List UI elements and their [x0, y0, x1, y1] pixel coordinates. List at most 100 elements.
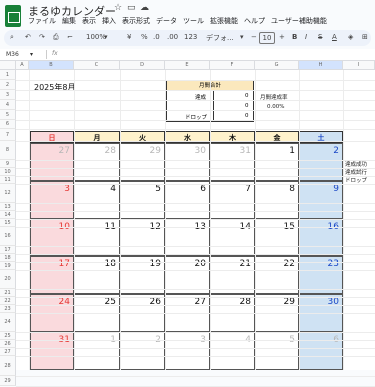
menu-format[interactable]: 表示形式 — [122, 17, 150, 25]
menu-insert[interactable]: 挿入 — [102, 17, 116, 25]
row-header[interactable]: 1 — [0, 70, 16, 80]
italic-icon[interactable]: I — [305, 33, 307, 41]
legend-item[interactable]: 達成試行 — [345, 168, 367, 176]
calendar-day-cell[interactable]: 6 — [299, 332, 343, 370]
row-header[interactable]: 12 — [0, 184, 16, 203]
chevron-down-icon[interactable]: ▾ — [240, 33, 244, 41]
row-header[interactable]: 2 — [0, 80, 16, 90]
row-header[interactable]: 24 — [0, 313, 16, 332]
row-header[interactable]: 4 — [0, 100, 16, 110]
calendar-day-cell[interactable]: 5 — [255, 332, 299, 370]
calendar-day-cell[interactable]: 4 — [210, 332, 255, 370]
row-header[interactable]: 11 — [0, 176, 16, 184]
row-header[interactable]: 16 — [0, 227, 16, 246]
calendar-day-cell[interactable]: 12 — [120, 218, 165, 257]
column-header[interactable]: B — [29, 61, 74, 70]
column-header[interactable]: A — [16, 61, 29, 70]
row-header[interactable]: 25 — [0, 332, 16, 340]
borders-icon[interactable]: ⊞ — [362, 33, 368, 41]
legend-item[interactable]: ドロップ — [345, 176, 367, 184]
menu-accessibility[interactable]: ユーザー補助機能 — [271, 17, 327, 25]
strikethrough-icon[interactable]: S — [318, 33, 322, 41]
calendar-day-cell[interactable]: 10 — [30, 218, 74, 257]
increase-decimal-button[interactable]: .00 — [167, 33, 178, 41]
cloud-status-icon[interactable]: ☁ — [140, 3, 149, 13]
column-header[interactable]: F — [210, 61, 255, 70]
menu-tools[interactable]: ツール — [183, 17, 204, 25]
select-all-corner[interactable] — [0, 61, 16, 70]
sheets-logo-icon[interactable] — [5, 5, 21, 27]
star-icon[interactable]: ☆ — [114, 3, 122, 13]
calendar-day-cell[interactable]: 31 — [30, 332, 74, 370]
column-header[interactable]: G — [255, 61, 299, 70]
column-header[interactable]: I — [343, 61, 375, 70]
bold-icon[interactable]: B — [292, 33, 297, 41]
increase-font-size-icon[interactable]: + — [279, 33, 285, 41]
calendar-day-cell[interactable]: 6 — [165, 180, 210, 219]
column-header[interactable]: C — [74, 61, 120, 70]
row-header[interactable]: 14 — [0, 211, 16, 219]
move-folder-icon[interactable]: ▭ — [127, 3, 136, 13]
currency-button[interactable]: ¥ — [127, 33, 131, 41]
calendar-day-cell[interactable]: 1 — [74, 332, 120, 370]
row-header[interactable]: 21 — [0, 289, 16, 297]
row-header[interactable]: 15 — [0, 219, 16, 227]
menu-view[interactable]: 表示 — [82, 17, 96, 25]
menu-help[interactable]: ヘルプ — [244, 17, 265, 25]
chevron-down-icon[interactable]: ▾ — [104, 33, 108, 41]
name-box[interactable]: M36 — [6, 51, 19, 58]
row-header[interactable]: 19 — [0, 262, 16, 270]
row-header[interactable]: 29 — [0, 376, 16, 386]
paint-format-icon[interactable]: ⌐ — [67, 33, 73, 41]
column-header[interactable]: D — [120, 61, 165, 70]
calendar-day-cell[interactable]: 15 — [255, 218, 299, 257]
calendar-day-cell[interactable]: 8 — [255, 180, 299, 219]
legend-item[interactable]: 達成成功 — [345, 160, 367, 168]
row-header[interactable]: 3 — [0, 90, 16, 100]
calendar-day-cell[interactable]: 2 — [120, 332, 165, 370]
print-icon[interactable]: ⎙ — [53, 33, 59, 42]
calendar-day-cell[interactable]: 4 — [74, 180, 120, 219]
month-title[interactable]: 2025年8月 — [34, 82, 75, 93]
decrease-font-size-icon[interactable]: − — [251, 33, 257, 41]
column-header[interactable]: H — [299, 61, 343, 70]
font-select[interactable]: デフォ... — [206, 33, 234, 43]
calendar-day-cell[interactable]: 3 — [30, 180, 74, 219]
calendar-day-cell[interactable]: 16 — [299, 218, 343, 257]
row-header[interactable]: 18 — [0, 254, 16, 262]
row-header[interactable]: 13 — [0, 203, 16, 211]
calendar-day-cell[interactable]: 9 — [299, 180, 343, 219]
row-header[interactable]: 20 — [0, 270, 16, 289]
calendar-day-cell[interactable]: 14 — [210, 218, 255, 257]
menu-data[interactable]: データ — [156, 17, 177, 25]
row-header[interactable]: 9 — [0, 160, 16, 168]
row-header[interactable]: 7 — [0, 129, 16, 141]
font-size-input[interactable]: 10 — [259, 32, 275, 44]
redo-icon[interactable]: ↷ — [39, 33, 45, 41]
zoom-select[interactable]: 100% — [86, 33, 106, 41]
calendar-day-cell[interactable]: 7 — [210, 180, 255, 219]
row-header[interactable]: 8 — [0, 141, 16, 160]
row-header[interactable]: 10 — [0, 168, 16, 176]
calendar-day-cell[interactable]: 11 — [74, 218, 120, 257]
search-menus-icon[interactable]: ⌕ — [10, 33, 14, 42]
menu-edit[interactable]: 編集 — [62, 17, 76, 25]
spreadsheet-grid[interactable]: 2025年8月 月間合計 達成 0 0 ドロップ 0 月間達成率 0.00% 日… — [0, 61, 375, 387]
row-header[interactable]: 22 — [0, 297, 16, 305]
row-header[interactable]: 5 — [0, 110, 16, 120]
percent-button[interactable]: % — [141, 33, 148, 41]
text-color-icon[interactable]: A — [332, 33, 337, 41]
row-header[interactable]: 6 — [0, 120, 16, 129]
menu-extensions[interactable]: 拡張機能 — [210, 17, 238, 25]
chevron-down-icon[interactable]: ▾ — [30, 51, 33, 58]
calendar-day-cell[interactable]: 5 — [120, 180, 165, 219]
row-header[interactable]: 28 — [0, 356, 16, 376]
fill-color-icon[interactable]: ◈ — [348, 33, 353, 41]
row-header[interactable]: 26 — [0, 340, 16, 348]
row-header[interactable]: 23 — [0, 305, 16, 313]
menu-file[interactable]: ファイル — [28, 17, 56, 25]
row-header[interactable]: 27 — [0, 348, 16, 356]
column-header[interactable]: E — [165, 61, 210, 70]
decrease-decimal-button[interactable]: .0 — [153, 33, 160, 41]
more-formats-button[interactable]: 123 — [184, 33, 197, 41]
